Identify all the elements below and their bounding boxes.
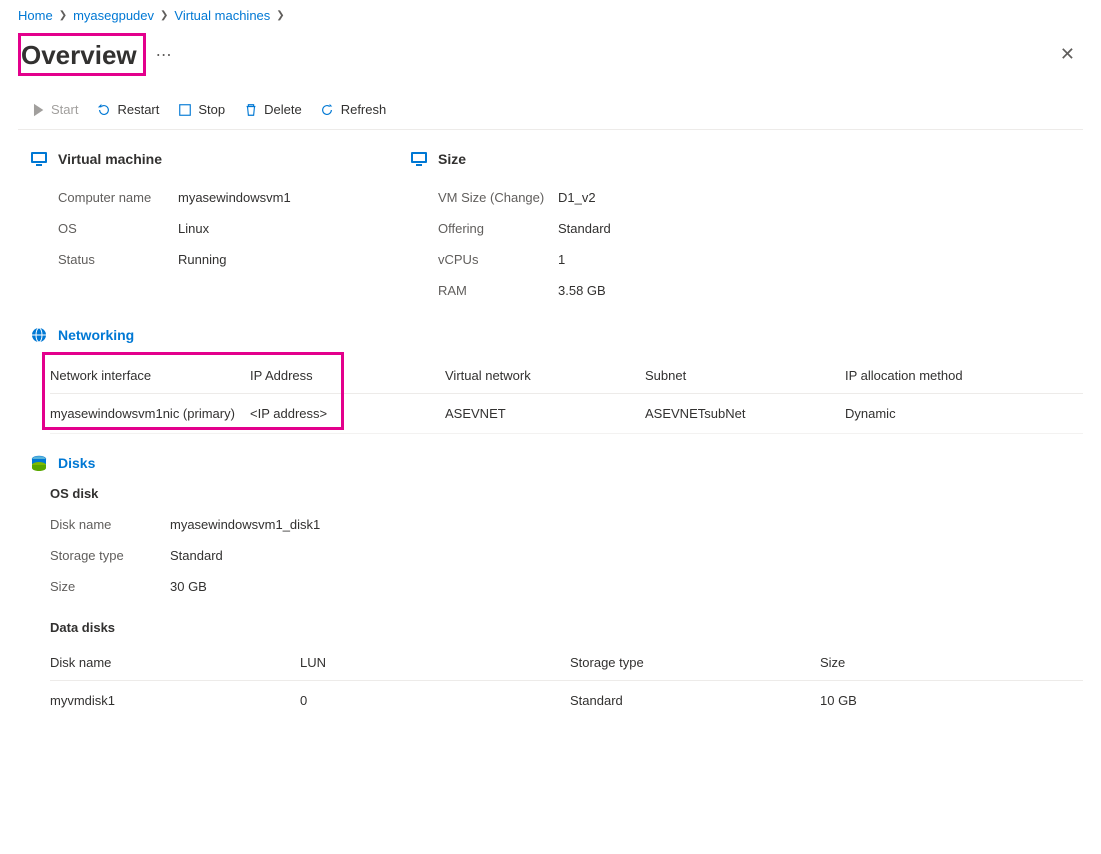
data-disk-name: myvmdisk1 xyxy=(50,681,300,721)
breadcrumb-section[interactable]: Virtual machines xyxy=(174,8,270,23)
trash-icon xyxy=(243,102,258,117)
os-disk-storage-label: Storage type xyxy=(50,548,170,563)
restart-icon xyxy=(96,102,111,117)
networking-section-title[interactable]: Networking xyxy=(58,327,134,343)
close-icon[interactable]: ✕ xyxy=(1052,40,1083,69)
start-button: Start xyxy=(30,102,78,117)
col-alloc: IP allocation method xyxy=(845,358,1083,394)
play-icon xyxy=(30,102,45,117)
stop-icon xyxy=(177,102,192,117)
vm-size-label: VM Size (Change) xyxy=(438,190,558,205)
refresh-button[interactable]: Refresh xyxy=(320,102,387,117)
start-label: Start xyxy=(51,102,78,117)
nic-name: myasewindowsvm1nic (primary) xyxy=(50,394,250,434)
vcpus-label: vCPUs xyxy=(438,252,558,267)
breadcrumb-resource[interactable]: myasegpudev xyxy=(73,8,154,23)
col-subnet: Subnet xyxy=(645,358,845,394)
networking-icon xyxy=(30,326,48,344)
subnet-name: ASEVNETsubNet xyxy=(645,394,845,434)
os-value: Linux xyxy=(178,221,209,236)
os-disk-storage-value: Standard xyxy=(170,548,223,563)
col-nic: Network interface xyxy=(50,358,250,394)
chevron-right-icon: ❯ xyxy=(276,10,284,21)
offering-value: Standard xyxy=(558,221,611,236)
os-disk-name-value: myasewindowsvm1_disk1 xyxy=(170,517,320,532)
col-disk-lun: LUN xyxy=(300,645,570,681)
status-value: Running xyxy=(178,252,226,267)
more-actions-icon[interactable]: ⋯ xyxy=(156,45,172,65)
chevron-right-icon: ❯ xyxy=(59,10,67,21)
data-disk-size: 10 GB xyxy=(820,681,1083,721)
data-disk-row[interactable]: myvmdisk1 0 Standard 10 GB xyxy=(50,681,1083,721)
os-disk-title: OS disk xyxy=(50,486,1083,501)
vnet-name: ASEVNET xyxy=(445,394,645,434)
os-label: OS xyxy=(58,221,178,236)
stop-label: Stop xyxy=(198,102,225,117)
networking-table: Network interface IP Address Virtual net… xyxy=(50,358,1083,434)
offering-label: Offering xyxy=(438,221,558,236)
refresh-label: Refresh xyxy=(341,102,387,117)
disks-icon xyxy=(30,454,48,472)
col-disk-size: Size xyxy=(820,645,1083,681)
ram-value: 3.58 GB xyxy=(558,283,606,298)
page-title: Overview xyxy=(21,40,137,71)
restart-button[interactable]: Restart xyxy=(96,102,159,117)
alloc-method: Dynamic xyxy=(845,394,1083,434)
vcpus-value: 1 xyxy=(558,252,565,267)
data-disks-title: Data disks xyxy=(50,620,1083,635)
col-ip: IP Address xyxy=(250,358,445,394)
change-size-link[interactable]: Change xyxy=(494,190,540,205)
os-disk-size-value: 30 GB xyxy=(170,579,207,594)
command-bar: Start Restart Stop Delete Refresh xyxy=(18,94,1083,130)
size-icon xyxy=(410,150,428,168)
computer-name-value: myasewindowsvm1 xyxy=(178,190,291,205)
stop-button[interactable]: Stop xyxy=(177,102,225,117)
networking-row[interactable]: myasewindowsvm1nic (primary) <IP address… xyxy=(50,394,1083,434)
data-disks-table: Disk name LUN Storage type Size myvmdisk… xyxy=(50,645,1083,720)
disks-section-title[interactable]: Disks xyxy=(58,455,95,471)
vm-icon xyxy=(30,150,48,168)
col-disk-storage: Storage type xyxy=(570,645,820,681)
delete-button[interactable]: Delete xyxy=(243,102,302,117)
restart-label: Restart xyxy=(117,102,159,117)
os-disk-name-label: Disk name xyxy=(50,517,170,532)
ram-label: RAM xyxy=(438,283,558,298)
col-vnet: Virtual network xyxy=(445,358,645,394)
chevron-right-icon: ❯ xyxy=(160,10,168,21)
computer-name-label: Computer name xyxy=(58,190,178,205)
data-disk-lun: 0 xyxy=(300,681,570,721)
delete-label: Delete xyxy=(264,102,302,117)
breadcrumb-home[interactable]: Home xyxy=(18,8,53,23)
breadcrumb: Home ❯ myasegpudev ❯ Virtual machines ❯ xyxy=(18,8,1083,23)
vm-size-value: D1_v2 xyxy=(558,190,596,205)
col-disk-name: Disk name xyxy=(50,645,300,681)
status-label: Status xyxy=(58,252,178,267)
size-section-title: Size xyxy=(438,151,466,167)
refresh-icon xyxy=(320,102,335,117)
vm-section-title: Virtual machine xyxy=(58,151,162,167)
os-disk-size-label: Size xyxy=(50,579,170,594)
data-disk-storage: Standard xyxy=(570,681,820,721)
ip-address: <IP address> xyxy=(250,394,445,434)
